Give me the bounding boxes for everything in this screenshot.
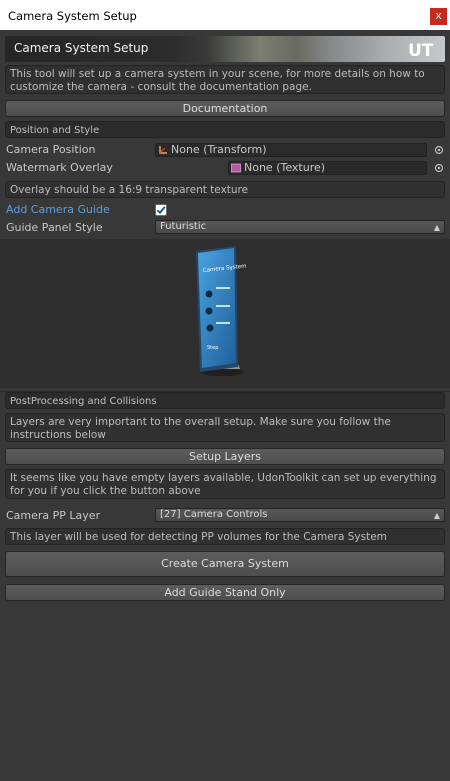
documentation-button[interactable]: Documentation [5, 100, 445, 117]
create-camera-system-button[interactable]: Create Camera System [5, 551, 445, 577]
intro-help-text: This tool will set up a camera system in… [10, 68, 425, 93]
add-guide-stand-only-button[interactable]: Add Guide Stand Only [5, 584, 445, 601]
pp-layer-help-box: This layer will be used for detecting PP… [5, 528, 445, 545]
banner-title: Camera System Setup [14, 41, 149, 55]
overlay-help-box: Overlay should be a 16:9 transparent tex… [5, 181, 445, 198]
add-camera-guide-label: Add Camera Guide [6, 203, 110, 216]
texture-icon [231, 163, 241, 173]
svg-text:UT: UT [408, 41, 434, 60]
section-header-postprocessing: PostProcessing and Collisions [5, 392, 445, 409]
empty-layers-help-box: It seems like you have empty layers avai… [5, 469, 445, 499]
window-title: Camera System Setup [8, 9, 137, 23]
layers-help-box: Layers are very important to the overall… [5, 413, 445, 442]
guide-panel-style-label: Guide Panel Style [6, 221, 103, 234]
camera-position-value: None (Transform) [171, 143, 267, 156]
setup-layers-button[interactable]: Setup Layers [5, 448, 445, 465]
section-title: PostProcessing and Collisions [10, 396, 157, 407]
layers-help-text: Layers are very important to the overall… [10, 416, 391, 441]
add-camera-guide-checkbox[interactable] [155, 204, 167, 216]
guide-stand-preview: Camera System Step [0, 239, 450, 388]
preview-panel-sub: Step [207, 345, 218, 351]
close-icon: x [435, 9, 442, 22]
header-banner: Camera System Setup UT [5, 36, 445, 62]
camera-pp-layer-value: [27] Camera Controls [160, 509, 268, 520]
guide-panel-style-value: Futuristic [160, 221, 207, 232]
watermark-overlay-value: None (Texture) [244, 161, 326, 174]
object-picker-icon[interactable] [434, 163, 444, 173]
dropdown-arrow-icon: ▲︎ [433, 223, 440, 232]
camera-position-field[interactable]: None (Transform) [155, 143, 427, 157]
close-button[interactable]: x [430, 8, 447, 25]
dropdown-arrow-icon: ▲︎ [433, 511, 440, 520]
guide-stand-image: Camera System Step [196, 246, 247, 376]
watermark-overlay-label: Watermark Overlay [6, 161, 113, 174]
guide-panel-style-dropdown[interactable]: Futuristic ▲︎ [155, 220, 445, 234]
udontoolkit-logo-icon: UT [408, 41, 434, 60]
pp-layer-help-text: This layer will be used for detecting PP… [10, 531, 387, 543]
section-header-position-style: Position and Style [5, 121, 445, 138]
checkmark-icon [156, 206, 166, 215]
watermark-overlay-field[interactable]: None (Texture) [228, 161, 427, 175]
camera-pp-layer-label: Camera PP Layer [6, 509, 101, 522]
transform-icon [159, 146, 167, 154]
intro-help-box: This tool will set up a camera system in… [5, 65, 445, 94]
section-title: Position and Style [10, 125, 100, 136]
object-picker-icon[interactable] [434, 145, 444, 155]
empty-layers-help-text: It seems like you have empty layers avai… [10, 472, 437, 497]
camera-position-label: Camera Position [6, 143, 96, 156]
window-titlebar: Camera System Setup x [0, 0, 450, 30]
overlay-help-text: Overlay should be a 16:9 transparent tex… [10, 184, 249, 196]
camera-pp-layer-dropdown[interactable]: [27] Camera Controls ▲︎ [155, 508, 445, 522]
